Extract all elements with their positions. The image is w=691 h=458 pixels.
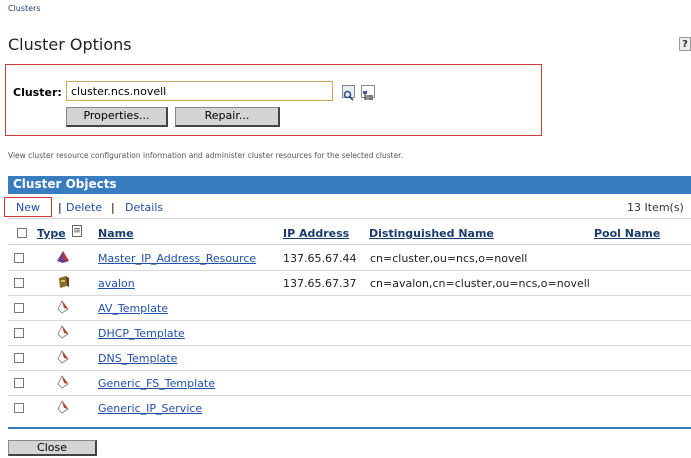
resource-name-link[interactable]: DHCP_Template [98,327,185,340]
template-icon [57,300,69,314]
toolbar-separator: | [111,201,115,214]
template-icon [57,325,69,339]
table-row[interactable]: Generic_FS_Template [8,370,691,396]
column-header-name[interactable]: Name [98,227,134,240]
table-row[interactable]: DHCP_Template [8,320,691,346]
sort-menu-icon[interactable]: ≡ [72,225,82,237]
new-button[interactable]: New [16,201,40,214]
details-button[interactable]: Details [125,201,163,214]
table-row[interactable]: Generic_IP_Service [8,395,691,420]
row-checkbox[interactable] [14,403,24,413]
delete-button[interactable]: Delete [66,201,102,214]
column-header-distinguished-name[interactable]: Distinguished Name [369,227,494,240]
repair-button[interactable]: Repair... [175,107,280,127]
properties-button[interactable]: Properties... [66,107,168,127]
column-header-ip-address[interactable]: IP Address [283,227,349,240]
page-title: Cluster Options [8,35,132,54]
resource-name-link[interactable]: avalon [98,277,135,290]
row-checkbox[interactable] [14,278,24,288]
close-button[interactable]: Close [8,440,97,456]
row-checkbox[interactable] [14,353,24,363]
column-header-type[interactable]: Type [37,227,66,240]
row-checkbox[interactable] [14,253,24,263]
cluster-objects-title: Cluster Objects [13,177,117,191]
resource-name-link[interactable]: AV_Template [98,302,168,315]
select-all-checkbox[interactable] [17,228,27,238]
help-button[interactable]: ? [679,37,691,51]
ip-address: 137.65.67.37 [283,277,357,290]
search-icon [343,90,354,101]
object-browser-button[interactable] [361,85,375,100]
item-count: 13 Item(s) [627,201,684,214]
resource-name-link[interactable]: Master_IP_Address_Resource [98,252,256,265]
column-header-pool-name[interactable]: Pool Name [594,227,660,240]
table-row[interactable]: Master_IP_Address_Resource 137.65.67.44 … [8,245,691,271]
table-row[interactable]: avalon 137.65.67.37 cn=avalon,cn=cluster… [8,270,691,296]
resource-name-link[interactable]: DNS_Template [98,352,177,365]
page-description: View cluster resource configuration info… [8,151,403,160]
table-row[interactable]: DNS_Template [8,345,691,371]
table-row[interactable]: AV_Template [8,295,691,321]
row-checkbox[interactable] [14,378,24,388]
ip-address: 137.65.67.44 [283,252,357,265]
breadcrumb[interactable]: Clusters [8,4,41,13]
row-checkbox[interactable] [14,328,24,338]
row-checkbox[interactable] [14,303,24,313]
master-resource-icon [57,251,69,263]
resource-name-link[interactable]: Generic_IP_Service [98,402,202,415]
server-node-icon [59,276,69,288]
template-icon [57,375,69,389]
template-icon [57,350,69,364]
resource-name-link[interactable]: Generic_FS_Template [98,377,215,390]
cluster-input[interactable] [66,81,333,101]
cluster-label: Cluster: [13,86,62,99]
template-icon [57,400,69,414]
distinguished-name: cn=cluster,ou=ncs,o=novell [370,252,528,265]
distinguished-name: cn=avalon,cn=cluster,ou=ncs,o=novell [370,277,590,290]
tree-browse-icon [363,91,373,100]
toolbar-separator: | [58,201,62,214]
table-bottom-divider [8,427,691,429]
search-button[interactable] [342,85,355,101]
